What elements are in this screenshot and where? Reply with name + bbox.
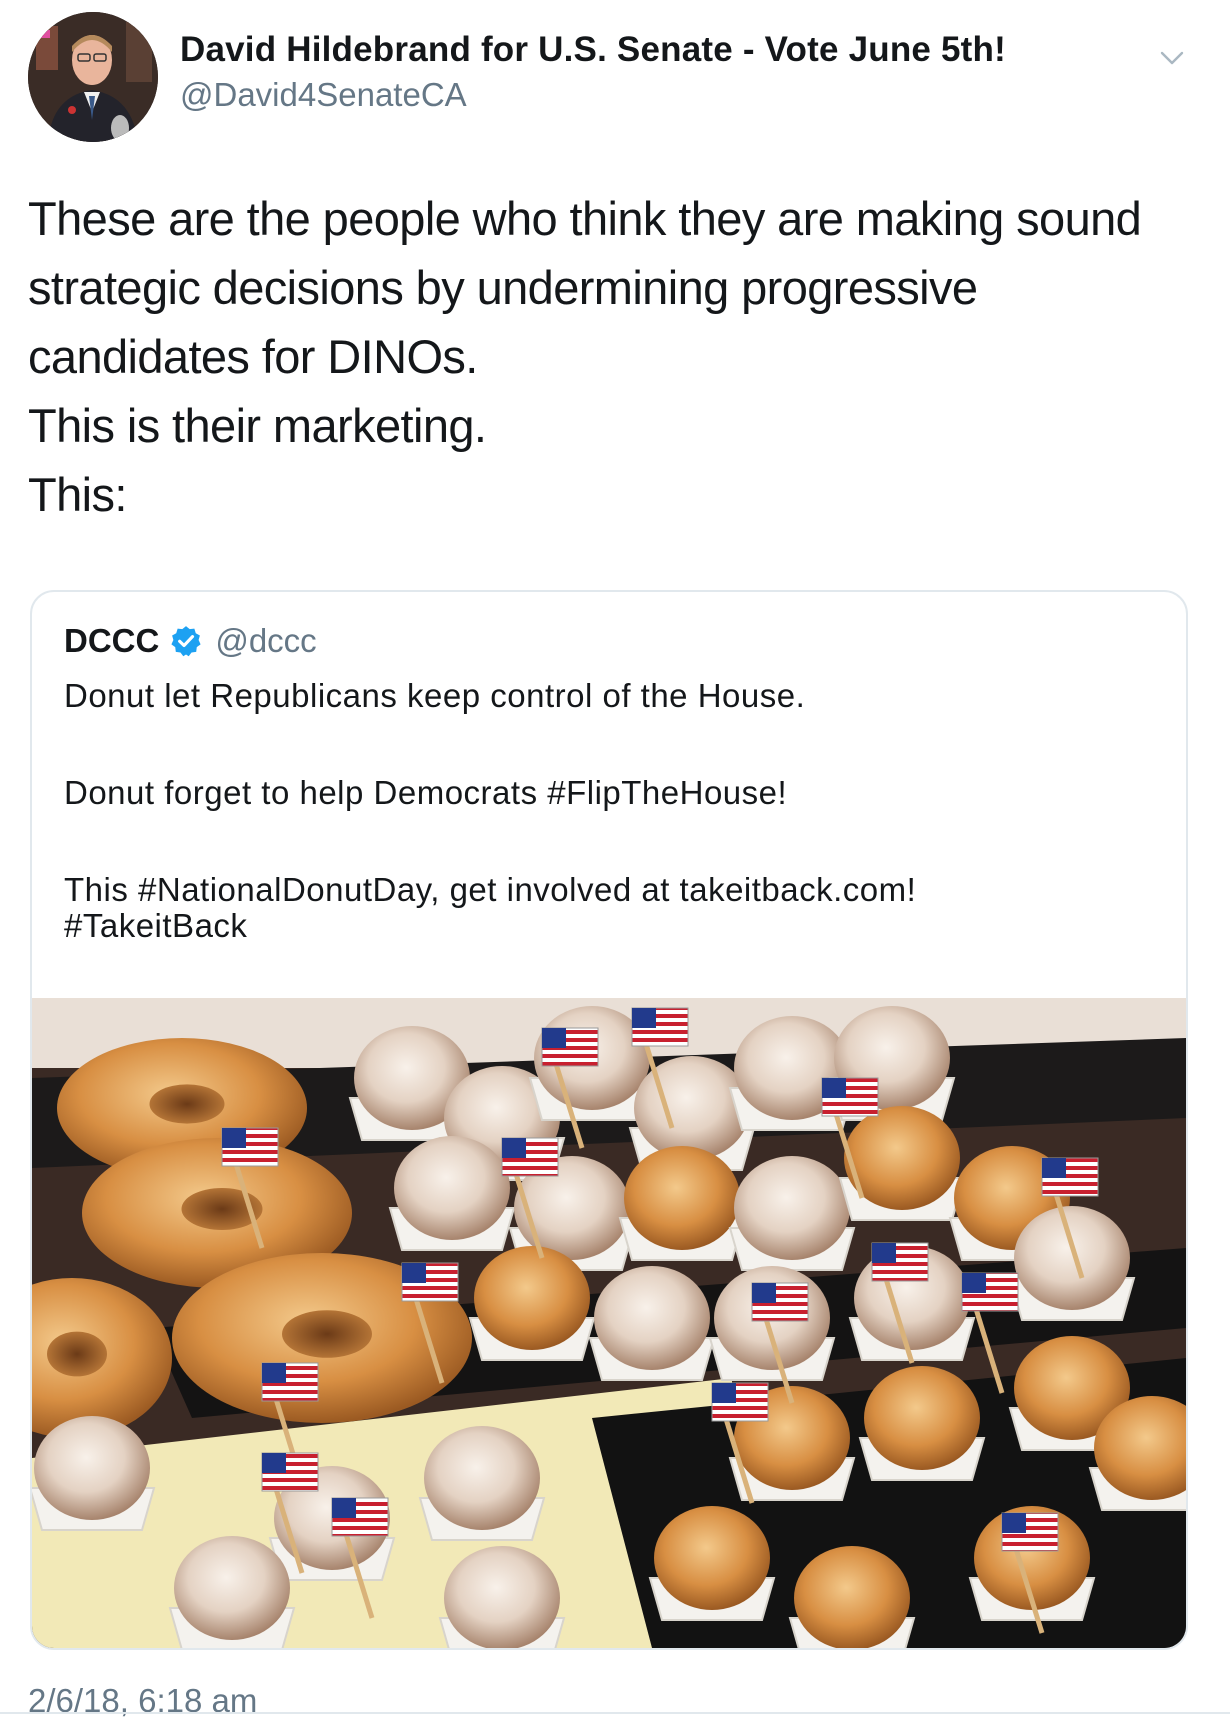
quoted-text-line: Donut let Republicans keep control of th… <box>64 677 806 714</box>
user-handle[interactable]: @David4SenateCA <box>180 76 1006 114</box>
donuts-with-flags-photo-icon <box>32 998 1186 1648</box>
quoted-tweet-card[interactable]: DCCC @dccc Donut let Republicans keep co… <box>30 590 1188 1650</box>
display-name[interactable]: David Hildebrand for U.S. Senate - Vote … <box>180 30 1006 70</box>
tweet-text-line: This is their marketing. <box>28 399 487 452</box>
tweet-header: David Hildebrand for U.S. Senate - Vote … <box>28 12 1190 142</box>
tweet-timestamp[interactable]: 2/6/18, 6:18 am <box>28 1682 257 1720</box>
avatar[interactable] <box>28 12 158 142</box>
quoted-tweet-image[interactable] <box>32 998 1186 1648</box>
quoted-tweet-header: DCCC @dccc <box>64 622 317 660</box>
verified-badge-icon <box>171 626 201 657</box>
tweet-text-line: These are the people who think they are … <box>28 192 1142 245</box>
tweet-text-line: strategic decisions by undermining progr… <box>28 261 978 314</box>
quoted-text-line: This #NationalDonutDay, get involved at … <box>64 871 917 908</box>
quoted-text-line: Donut forget to help Democrats #FlipTheH… <box>64 774 788 811</box>
tweet-text-line: This: <box>28 468 127 521</box>
tweet-text: These are the people who think they are … <box>28 184 1188 529</box>
quoted-display-name: DCCC <box>64 622 160 659</box>
quoted-user-handle: @dccc <box>215 622 317 659</box>
profile-photo-icon <box>28 12 158 142</box>
quoted-text-line: #TakeitBack <box>64 907 248 944</box>
tweet-text-line: candidates for DINOs. <box>28 330 478 383</box>
divider <box>0 1712 1230 1714</box>
quoted-tweet-text: Donut let Republicans keep control of th… <box>64 678 1154 944</box>
chevron-down-icon[interactable] <box>1156 42 1188 74</box>
